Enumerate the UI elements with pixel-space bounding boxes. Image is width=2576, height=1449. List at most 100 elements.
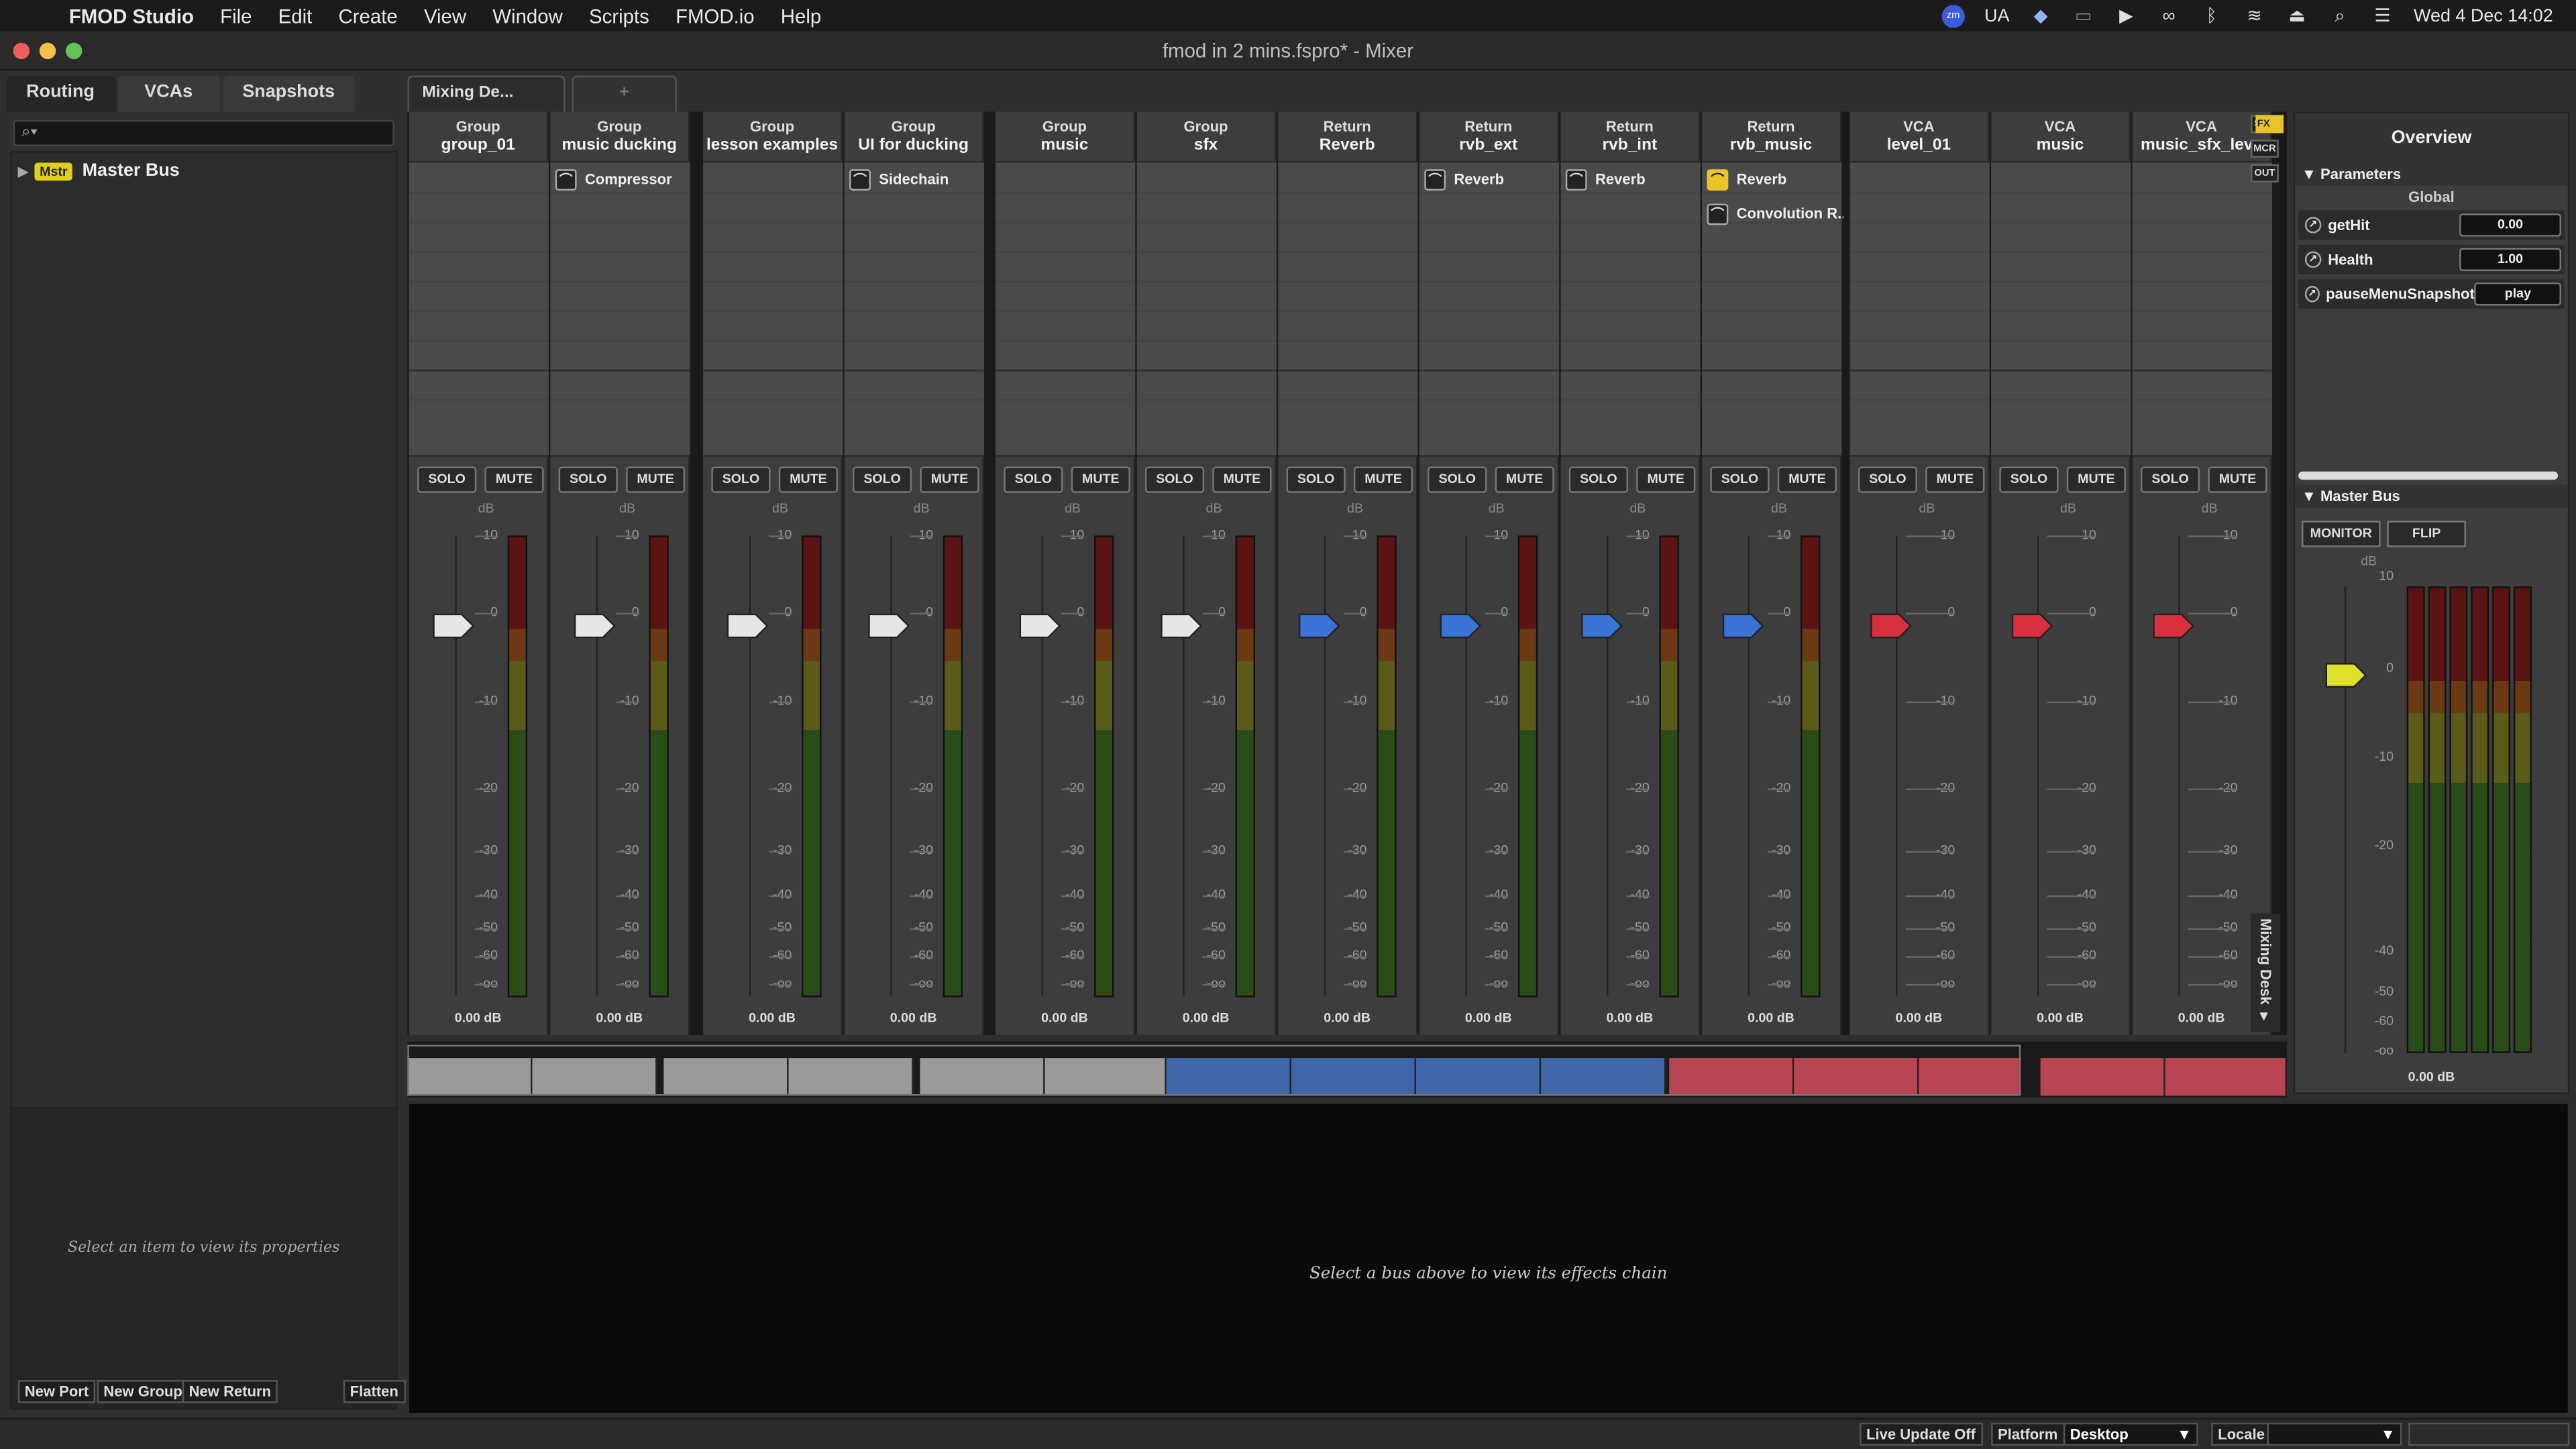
fader-track[interactable] <box>1748 535 1750 996</box>
out-toggle-button[interactable]: OUT <box>2251 164 2279 182</box>
volume-readout[interactable]: 0.00 dB <box>845 1010 983 1025</box>
solo-button[interactable]: SOLO <box>1004 466 1063 493</box>
effect-slots[interactable] <box>1991 161 2131 457</box>
effect-slots[interactable]: ⌒ Compressor <box>550 161 690 457</box>
app-menu[interactable]: FMOD Studio <box>69 4 194 27</box>
fader-handle[interactable] <box>1298 612 1341 639</box>
navigator-cell[interactable] <box>2165 1058 2287 1096</box>
param-gethit[interactable]: ↗ getHit 0.00 <box>2298 210 2565 240</box>
param-health[interactable]: ↗ Health 1.00 <box>2298 244 2565 274</box>
solo-button[interactable]: SOLO <box>1428 466 1487 493</box>
fader-track[interactable] <box>749 535 751 996</box>
bus-name-label[interactable]: music <box>1991 136 2129 154</box>
volume-readout[interactable]: 0.00 dB <box>1850 1010 1988 1025</box>
bus-name-label[interactable]: rvb_music <box>1702 136 1840 154</box>
effect-slots[interactable] <box>1136 161 1277 457</box>
clock[interactable]: Wed 4 Dec 14:02 <box>2414 6 2553 25</box>
fader-handle[interactable] <box>1870 612 1913 639</box>
fader-track[interactable] <box>1324 535 1326 996</box>
volume-readout[interactable]: 0.00 dB <box>1702 1010 1840 1025</box>
fx-toggle-button[interactable]: FX <box>2255 115 2284 133</box>
bluetooth-icon[interactable]: ᛒ <box>2200 6 2223 25</box>
volume-readout[interactable]: 0.00 dB <box>1419 1010 1558 1025</box>
channel-strip[interactable]: Return Reverb SOLO MUTE dB 10 0 -10 -20 -30 -40 -50… <box>1278 111 1418 1035</box>
bus-name-label[interactable]: Reverb <box>1278 136 1416 154</box>
minimize-window-button[interactable] <box>39 42 56 60</box>
menu-help[interactable]: Help <box>781 4 821 27</box>
channel-strip[interactable]: Group UI for ducking ⌒ Sidechain SOLO MUTE dB 1… <box>844 111 984 1035</box>
effect-slot[interactable]: ⌒ Sidechain <box>849 166 949 192</box>
new-group-button[interactable]: New Group <box>97 1380 189 1403</box>
fader-track[interactable] <box>1183 535 1185 996</box>
fader-handle[interactable] <box>726 612 769 639</box>
tab-snapshots[interactable]: Snapshots <box>222 75 355 112</box>
menu-window[interactable]: Window <box>492 4 563 27</box>
fader-track[interactable] <box>1896 535 1898 996</box>
effect-slots[interactable] <box>996 161 1136 457</box>
solo-button[interactable]: SOLO <box>2141 466 2200 493</box>
fader-handle[interactable] <box>574 612 616 639</box>
fader-track[interactable] <box>1607 535 1609 996</box>
channel-strip[interactable]: VCA level_01 SOLO MUTE dB 10 0 -10 -20 -30 -40 -50 -… <box>1849 111 1990 1035</box>
navigator-viewport[interactable] <box>407 1044 2021 1096</box>
input-language[interactable]: UA <box>1984 6 2009 25</box>
bus-name-label[interactable]: music ducking <box>550 136 688 154</box>
solo-button[interactable]: SOLO <box>1286 466 1346 493</box>
fader-track[interactable] <box>455 535 457 996</box>
control-center-icon[interactable]: ☰ <box>2371 6 2394 25</box>
mute-button[interactable]: MUTE <box>484 466 544 493</box>
effect-slots[interactable] <box>409 161 549 457</box>
menu-edit[interactable]: Edit <box>278 4 313 27</box>
bus-name-label[interactable]: group_01 <box>409 136 547 154</box>
solo-button[interactable]: SOLO <box>1568 466 1628 493</box>
fader-track[interactable] <box>2037 535 2039 996</box>
mute-button[interactable]: MUTE <box>920 466 979 493</box>
channel-strip[interactable]: Return rvb_int ⌒ Reverb SOLO MUTE dB 10 0 -10 -20 -… <box>1560 111 1701 1035</box>
flatten-button[interactable]: Flatten <box>343 1380 405 1403</box>
volume-readout[interactable]: 0.00 dB <box>1137 1010 1275 1025</box>
effect-slots[interactable] <box>703 161 843 457</box>
mute-button[interactable]: MUTE <box>2208 466 2267 493</box>
zoom-window-button[interactable] <box>65 42 83 60</box>
channel-strip[interactable]: Group lesson examples SOLO MUTE dB 10 0 -10 -20 -… <box>703 111 843 1035</box>
volume-readout[interactable]: 0.00 dB <box>1278 1010 1416 1025</box>
add-tab-button[interactable]: + <box>572 75 677 112</box>
parameters-section-header[interactable]: ▼ Parameters <box>2295 162 2568 186</box>
fader-handle[interactable] <box>1160 612 1203 639</box>
flip-button[interactable]: FLIP <box>2387 521 2466 547</box>
param-value-field[interactable]: 0.00 <box>2459 213 2561 237</box>
param-value-field[interactable]: 1.00 <box>2459 248 2561 272</box>
screen-mirroring-icon[interactable]: ▭ <box>2072 6 2095 25</box>
channel-strip[interactable]: Group group_01 SOLO MUTE dB 10 0 -10 -20 -30 -40 -5… <box>409 111 549 1035</box>
effect-slot[interactable]: ⌒ Reverb <box>1707 166 1786 192</box>
channel-strip[interactable]: Return rvb_ext ⌒ Reverb SOLO MUTE dB 10 0 -10 -20 -… <box>1419 111 1560 1035</box>
solo-button[interactable]: SOLO <box>1858 466 1917 493</box>
fader-handle[interactable] <box>867 612 910 639</box>
fader-handle[interactable] <box>2011 612 2054 639</box>
locale-dropdown[interactable]: ▼ <box>2267 1422 2402 1446</box>
mute-button[interactable]: MUTE <box>778 466 838 493</box>
menu-create[interactable]: Create <box>339 4 398 27</box>
volume-readout[interactable]: 0.00 dB <box>996 1010 1134 1025</box>
master-bus-section-header[interactable]: ▼ Master Bus <box>2295 484 2568 508</box>
bus-name-label[interactable]: sfx <box>1137 136 1275 154</box>
mixer-navigator[interactable] <box>407 1041 2287 1097</box>
fader-track[interactable] <box>890 535 892 996</box>
channel-strip[interactable]: Group music SOLO MUTE dB 10 0 -10 -20 -30 -40 -50 -6… <box>996 111 1136 1035</box>
fader-track[interactable] <box>2344 586 2347 1053</box>
new-return-button[interactable]: New Return <box>182 1380 278 1403</box>
navigator-cell[interactable] <box>2040 1058 2165 1096</box>
mute-button[interactable]: MUTE <box>1636 466 1696 493</box>
fader-handle[interactable] <box>1018 612 1061 639</box>
solo-button[interactable]: SOLO <box>417 466 477 493</box>
bus-name-label[interactable]: level_01 <box>1850 136 1988 154</box>
tab-vcas[interactable]: VCAs <box>117 75 220 112</box>
bus-name-label[interactable]: lesson examples <box>703 136 841 154</box>
expand-arrow-icon[interactable]: ▶ <box>18 164 28 178</box>
effect-slots[interactable] <box>1278 161 1418 457</box>
fader-handle[interactable] <box>432 612 475 639</box>
fader-handle[interactable] <box>1439 612 1482 639</box>
tab-routing[interactable]: Routing <box>6 75 115 112</box>
mute-button[interactable]: MUTE <box>1071 466 1130 493</box>
eject-icon[interactable]: ⏏ <box>2286 6 2308 25</box>
